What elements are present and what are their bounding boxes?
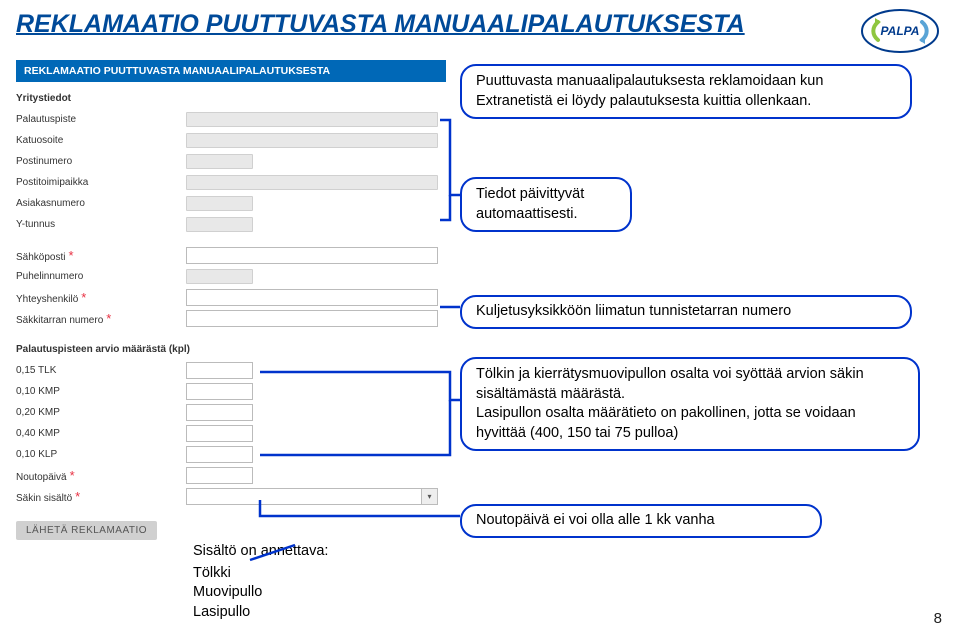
- page-number: 8: [934, 610, 942, 627]
- connectors: [0, 0, 960, 635]
